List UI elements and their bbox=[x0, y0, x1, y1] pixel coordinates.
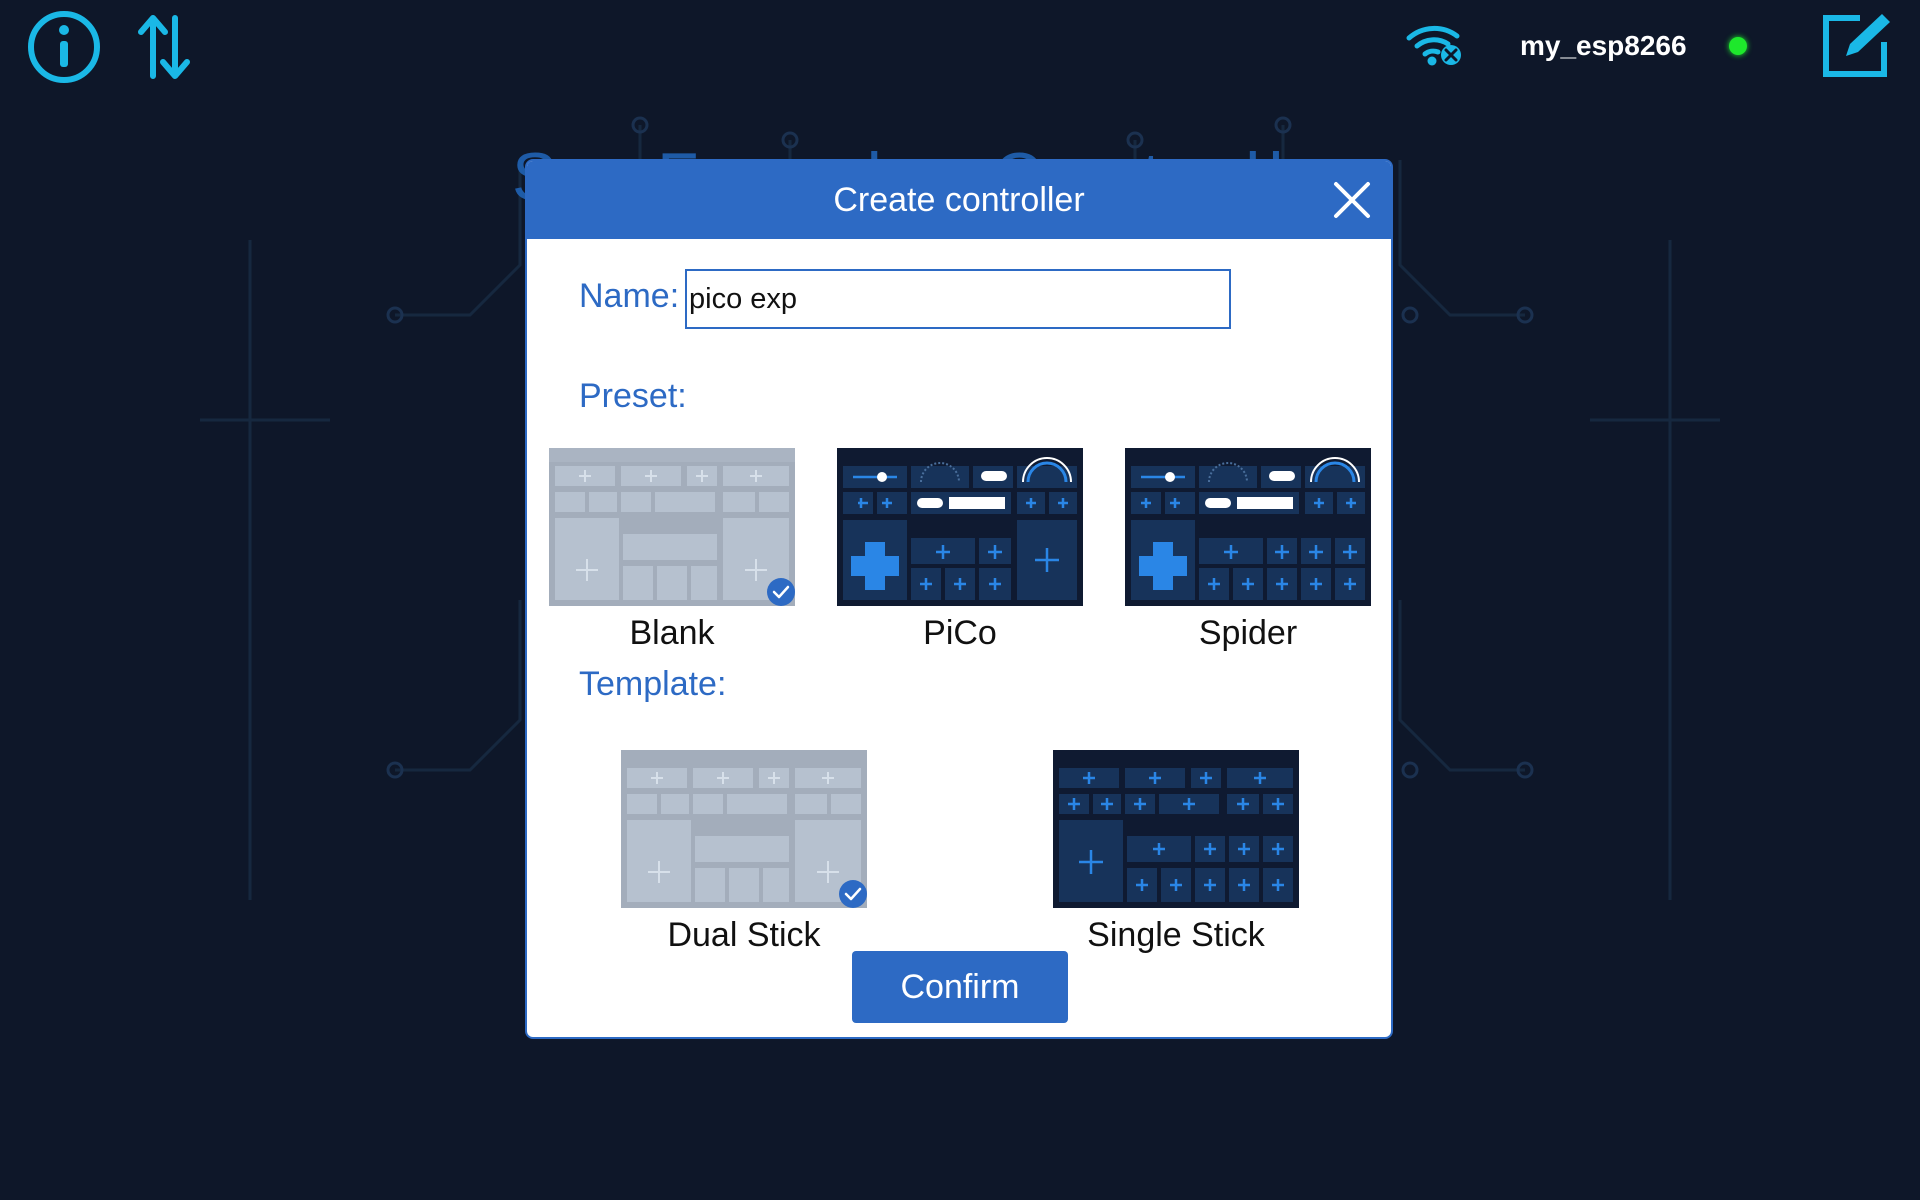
wifi-disconnected-icon[interactable] bbox=[1406, 24, 1464, 66]
template-card-dual-stick[interactable]: Dual Stick bbox=[621, 750, 867, 955]
selected-check-icon bbox=[767, 578, 795, 606]
sort-arrows-icon[interactable] bbox=[135, 14, 195, 80]
create-controller-dialog: Create controller Name: Preset: bbox=[527, 161, 1391, 1037]
preset-label-spider: Spider bbox=[1198, 614, 1298, 652]
close-icon[interactable] bbox=[1331, 179, 1373, 221]
confirm-button[interactable]: Confirm bbox=[852, 951, 1068, 1023]
name-input[interactable] bbox=[685, 269, 1231, 329]
template-thumbnail-dual-stick bbox=[621, 750, 867, 908]
edit-icon[interactable] bbox=[1820, 12, 1892, 80]
preset-label: Preset: bbox=[579, 377, 687, 415]
preset-label-blank: Blank bbox=[629, 614, 715, 652]
name-label: Name: bbox=[579, 277, 680, 315]
connection-status-dot bbox=[1729, 37, 1747, 55]
selected-check-icon bbox=[839, 880, 867, 908]
device-name: my_esp8266 bbox=[1520, 30, 1687, 61]
info-icon[interactable] bbox=[27, 10, 101, 84]
preset-card-spider[interactable]: Spider bbox=[1125, 448, 1371, 653]
preset-card-blank[interactable]: Blank bbox=[549, 448, 795, 653]
dialog-title: Create controller bbox=[833, 181, 1085, 219]
preset-label-pico: PiCo bbox=[923, 614, 997, 652]
template-thumbnail-single-stick bbox=[1053, 750, 1299, 908]
template-label: Template: bbox=[579, 665, 727, 703]
preset-thumbnail-pico bbox=[837, 448, 1083, 606]
preset-thumbnail-blank bbox=[549, 448, 795, 606]
template-label-dual-stick: Dual Stick bbox=[667, 916, 821, 954]
preset-thumbnail-spider bbox=[1125, 448, 1371, 606]
preset-card-pico[interactable]: PiCo bbox=[837, 448, 1083, 653]
template-label-single-stick: Single Stick bbox=[1087, 916, 1265, 954]
dialog-header: Create controller bbox=[527, 161, 1391, 239]
template-card-single-stick[interactable]: Single Stick bbox=[1053, 750, 1299, 955]
